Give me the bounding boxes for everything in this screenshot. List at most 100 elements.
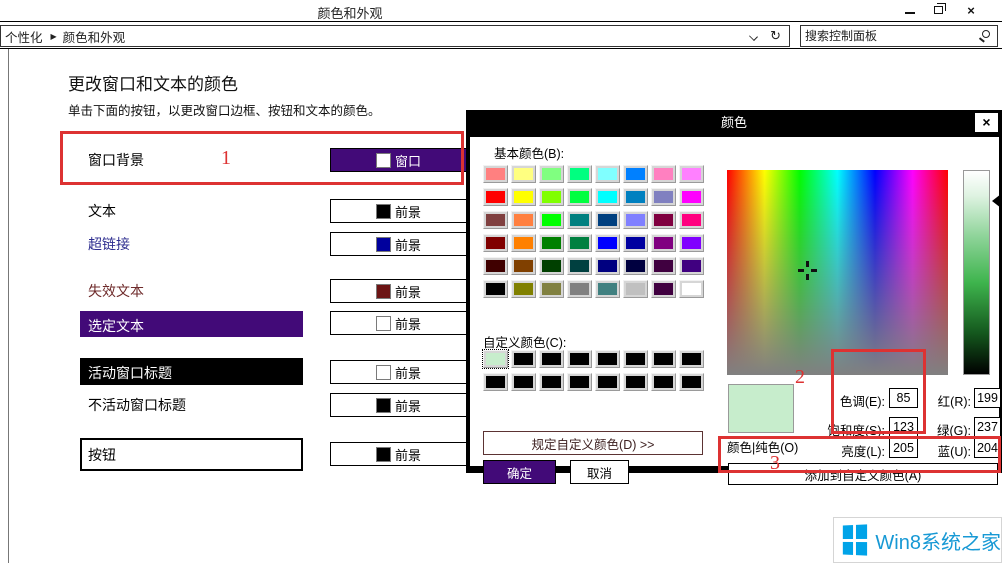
basic-color-swatch[interactable] <box>651 211 676 229</box>
basic-color-swatch[interactable] <box>651 257 676 275</box>
hue-saturation-field[interactable] <box>727 170 948 375</box>
custom-color-swatch[interactable] <box>511 373 536 391</box>
green-input[interactable] <box>974 417 1001 437</box>
custom-color-swatch[interactable] <box>651 373 676 391</box>
search-icon[interactable] <box>982 30 990 38</box>
breadcrumb-current[interactable]: 颜色和外观 <box>63 27 126 46</box>
search-box[interactable] <box>800 25 998 47</box>
basic-color-swatch[interactable] <box>483 188 508 206</box>
cancel-button[interactable]: 取消 <box>570 460 629 484</box>
basic-color-swatch[interactable] <box>679 234 704 252</box>
basic-color-swatch[interactable] <box>623 280 648 298</box>
basic-color-swatch[interactable] <box>595 211 620 229</box>
color-picker-button-7[interactable]: 前景 <box>330 393 467 417</box>
hue-input[interactable] <box>889 388 918 408</box>
define-custom-colors-button[interactable]: 规定自定义颜色(D) >> <box>483 431 703 455</box>
basic-color-swatch[interactable] <box>539 165 564 183</box>
basic-color-swatch[interactable] <box>567 211 592 229</box>
custom-color-swatch[interactable] <box>679 350 704 368</box>
basic-color-swatch[interactable] <box>651 280 676 298</box>
basic-color-swatch[interactable] <box>567 188 592 206</box>
basic-color-swatch[interactable] <box>623 234 648 252</box>
basic-color-swatch[interactable] <box>623 165 648 183</box>
custom-color-swatch[interactable] <box>567 373 592 391</box>
basic-color-swatch[interactable] <box>483 280 508 298</box>
color-picker-button-4[interactable]: 前景 <box>330 279 467 303</box>
basic-color-swatch[interactable] <box>679 257 704 275</box>
basic-color-swatch[interactable] <box>651 188 676 206</box>
luminance-input[interactable] <box>889 438 918 458</box>
basic-color-swatch[interactable] <box>595 234 620 252</box>
basic-color-swatch[interactable] <box>483 234 508 252</box>
basic-color-swatch[interactable] <box>623 211 648 229</box>
basic-color-swatch[interactable] <box>511 188 536 206</box>
search-input[interactable] <box>805 27 975 45</box>
chevron-down-icon[interactable] <box>749 32 758 41</box>
basic-color-swatch[interactable] <box>679 280 704 298</box>
refresh-icon[interactable]: ↻ <box>770 28 781 44</box>
color-picker-button-5[interactable]: 前景 <box>330 311 467 335</box>
basic-color-swatch[interactable] <box>651 234 676 252</box>
custom-color-swatch[interactable] <box>539 373 564 391</box>
basic-color-swatch[interactable] <box>567 257 592 275</box>
basic-color-swatch[interactable] <box>567 165 592 183</box>
basic-color-swatch[interactable] <box>651 165 676 183</box>
basic-color-swatch[interactable] <box>595 188 620 206</box>
basic-color-swatch[interactable] <box>511 280 536 298</box>
basic-color-swatch[interactable] <box>539 188 564 206</box>
red-input[interactable] <box>974 388 1001 408</box>
basic-color-swatch[interactable] <box>511 211 536 229</box>
restore-button[interactable] <box>930 3 946 17</box>
custom-color-swatch[interactable] <box>511 350 536 368</box>
color-picker-button-3[interactable]: 前景 <box>330 232 467 256</box>
blue-label: 蓝(U): <box>922 441 971 460</box>
crosshair-icon[interactable] <box>798 261 817 280</box>
basic-color-swatch[interactable] <box>539 211 564 229</box>
basic-color-swatch[interactable] <box>679 165 704 183</box>
basic-color-swatch[interactable] <box>483 211 508 229</box>
ok-button[interactable]: 确定 <box>483 460 556 484</box>
color-picker-button-8[interactable]: 前景 <box>330 442 467 466</box>
dialog-close-button[interactable]: × <box>974 112 999 133</box>
basic-color-swatch[interactable] <box>567 234 592 252</box>
basic-color-swatch[interactable] <box>679 211 704 229</box>
color-picker-button-6[interactable]: 前景 <box>330 360 467 384</box>
custom-color-swatch[interactable] <box>483 373 508 391</box>
custom-color-swatch[interactable] <box>595 373 620 391</box>
basic-color-swatch[interactable] <box>595 257 620 275</box>
basic-color-swatch[interactable] <box>623 188 648 206</box>
color-picker-button-1[interactable]: 窗口 <box>330 148 467 172</box>
basic-color-swatch[interactable] <box>679 188 704 206</box>
basic-color-swatch[interactable] <box>511 257 536 275</box>
luminance-bar[interactable] <box>963 170 990 375</box>
breadcrumb-root[interactable]: 个性化 <box>5 27 43 46</box>
basic-color-swatch[interactable] <box>595 280 620 298</box>
basic-color-swatch[interactable] <box>595 165 620 183</box>
basic-color-swatch[interactable] <box>539 234 564 252</box>
custom-color-swatch[interactable] <box>651 350 676 368</box>
custom-color-swatch[interactable] <box>539 350 564 368</box>
minimize-button[interactable] <box>902 3 918 17</box>
blue-input[interactable] <box>974 438 1001 458</box>
close-button[interactable]: × <box>963 3 979 17</box>
luminance-slider-icon[interactable] <box>992 194 1001 208</box>
saturation-input[interactable] <box>889 417 918 437</box>
basic-color-swatch[interactable] <box>567 280 592 298</box>
basic-color-swatch[interactable] <box>539 280 564 298</box>
custom-color-swatch[interactable] <box>483 350 508 368</box>
breadcrumb[interactable]: 个性化 ▶ 颜色和外观 ↻ <box>0 25 790 47</box>
color-picker-button-2[interactable]: 前景 <box>330 199 467 223</box>
custom-color-swatch[interactable] <box>567 350 592 368</box>
basic-color-swatch[interactable] <box>511 165 536 183</box>
basic-color-swatch[interactable] <box>511 234 536 252</box>
custom-color-swatch[interactable] <box>623 350 648 368</box>
custom-color-swatch[interactable] <box>595 350 620 368</box>
custom-color-swatch[interactable] <box>623 373 648 391</box>
basic-color-swatch[interactable] <box>483 165 508 183</box>
custom-color-swatch[interactable] <box>679 373 704 391</box>
color-swatch-icon <box>376 284 391 299</box>
basic-color-swatch[interactable] <box>623 257 648 275</box>
basic-color-swatch[interactable] <box>483 257 508 275</box>
add-to-custom-colors-button[interactable]: 添加到自定义颜色(A) <box>728 463 998 485</box>
basic-color-swatch[interactable] <box>539 257 564 275</box>
